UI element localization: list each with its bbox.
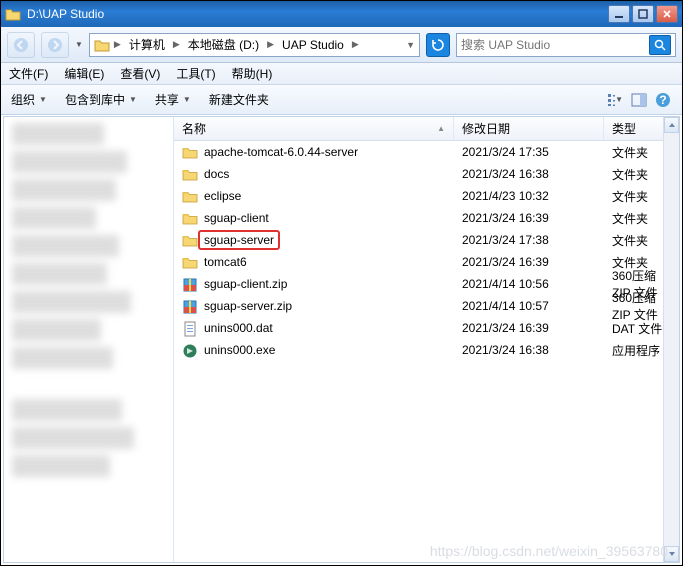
folder-icon — [5, 7, 21, 21]
file-date: 2021/4/14 10:57 — [454, 299, 604, 313]
zip-icon — [182, 277, 198, 291]
folder-icon — [182, 233, 198, 247]
folder-icon — [182, 145, 198, 159]
file-date: 2021/3/24 16:39 — [454, 321, 604, 335]
file-name: unins000.exe — [204, 343, 275, 357]
history-dropdown-icon[interactable]: ▼ — [75, 40, 83, 49]
search-input[interactable] — [461, 38, 649, 52]
breadcrumb-root[interactable]: 计算机 — [125, 34, 169, 55]
chevron-down-icon: ▼ — [183, 95, 191, 104]
menu-file[interactable]: 文件(F) — [9, 65, 48, 82]
preview-pane-button[interactable] — [630, 91, 648, 109]
folder-icon — [182, 189, 198, 203]
file-name: sguap-client — [204, 211, 269, 225]
menu-tools[interactable]: 工具(T) — [176, 65, 215, 82]
address-bar[interactable]: ▶ 计算机 ▶ 本地磁盘 (D:) ▶ UAP Studio ▶ ▼ — [89, 33, 420, 57]
share-button[interactable]: 共享▼ — [155, 91, 191, 108]
vertical-scrollbar[interactable] — [663, 117, 679, 562]
chevron-down-icon: ▼ — [39, 95, 47, 104]
file-row[interactable]: unins000.exe2021/3/24 16:38应用程序 — [174, 339, 679, 361]
close-button[interactable] — [656, 5, 678, 23]
column-headers: 名称▲ 修改日期 类型 — [174, 117, 679, 141]
menu-help[interactable]: 帮助(H) — [232, 65, 273, 82]
file-name: unins000.dat — [204, 321, 273, 335]
navigation-pane[interactable] — [4, 117, 174, 562]
chevron-right-icon[interactable]: ▶ — [267, 39, 274, 50]
menu-view[interactable]: 查看(V) — [120, 65, 160, 82]
title-bar: D:\UAP Studio — [1, 1, 682, 27]
exe-icon — [182, 343, 198, 357]
chevron-right-icon[interactable]: ▶ — [173, 39, 180, 50]
dat-icon — [182, 321, 198, 335]
file-row[interactable]: eclipse2021/4/23 10:32文件夹 — [174, 185, 679, 207]
file-name: sguap-server.zip — [204, 299, 292, 313]
file-date: 2021/4/23 10:32 — [454, 189, 604, 203]
menu-bar: 文件(F) 编辑(E) 查看(V) 工具(T) 帮助(H) — [1, 63, 682, 85]
scroll-up-button[interactable] — [664, 117, 679, 133]
breadcrumb-folder[interactable]: UAP Studio — [278, 36, 348, 54]
view-options-button[interactable]: ▼ — [606, 91, 624, 109]
address-dropdown-icon[interactable]: ▼ — [406, 40, 415, 50]
file-row[interactable]: sguap-server.zip2021/4/14 10:57360压缩 ZIP… — [174, 295, 679, 317]
chevron-right-icon[interactable]: ▶ — [114, 39, 121, 50]
file-date: 2021/3/24 16:39 — [454, 211, 604, 225]
minimize-button[interactable] — [608, 5, 630, 23]
column-name[interactable]: 名称▲ — [174, 117, 454, 140]
file-date: 2021/3/24 17:38 — [454, 233, 604, 247]
folder-icon — [182, 255, 198, 269]
file-list-pane: 名称▲ 修改日期 类型 apache-tomcat-6.0.44-server 2… — [174, 117, 679, 562]
folder-icon — [182, 167, 198, 181]
watermark: https://blog.csdn.net/weixin_39563780 — [430, 543, 668, 559]
file-rows: apache-tomcat-6.0.44-server 2021/3/24 17:… — [174, 141, 679, 562]
folder-icon — [182, 211, 198, 225]
help-button[interactable]: ? — [654, 91, 672, 109]
zip-icon — [182, 299, 198, 313]
chevron-right-icon[interactable]: ▶ — [352, 39, 359, 50]
file-row[interactable]: apache-tomcat-6.0.44-server 2021/3/24 17:… — [174, 141, 679, 163]
search-button[interactable] — [649, 35, 671, 55]
refresh-button[interactable] — [426, 33, 450, 57]
file-name: docs — [204, 167, 229, 181]
organize-button[interactable]: 组织▼ — [11, 91, 47, 108]
file-date: 2021/3/24 16:38 — [454, 167, 604, 181]
maximize-button[interactable] — [632, 5, 654, 23]
file-name: sguap-server — [198, 230, 280, 250]
file-date: 2021/3/24 17:35 — [454, 145, 604, 159]
include-button[interactable]: 包含到库中▼ — [65, 91, 137, 108]
chevron-down-icon: ▼ — [615, 95, 623, 104]
file-name: eclipse — [204, 189, 241, 203]
command-bar: 组织▼ 包含到库中▼ 共享▼ 新建文件夹 ▼ ? — [1, 85, 682, 115]
file-name: sguap-client.zip — [204, 277, 287, 291]
folder-icon — [94, 38, 110, 52]
chevron-down-icon: ▼ — [129, 95, 137, 104]
search-box[interactable] — [456, 33, 676, 57]
content-area: 名称▲ 修改日期 类型 apache-tomcat-6.0.44-server 2… — [3, 116, 680, 563]
file-name: tomcat6 — [204, 255, 247, 269]
back-button[interactable] — [7, 32, 35, 58]
breadcrumb-drive[interactable]: 本地磁盘 (D:) — [184, 34, 263, 55]
file-row[interactable]: docs2021/3/24 16:38文件夹 — [174, 163, 679, 185]
file-row[interactable]: sguap-client2021/3/24 16:39文件夹 — [174, 207, 679, 229]
file-name: apache-tomcat-6.0.44-server — [204, 145, 358, 159]
menu-edit[interactable]: 编辑(E) — [64, 65, 104, 82]
file-row[interactable]: sguap-server2021/3/24 17:38文件夹 — [174, 229, 679, 251]
file-date: 2021/3/24 16:38 — [454, 343, 604, 357]
file-date: 2021/3/24 16:39 — [454, 255, 604, 269]
file-row[interactable]: unins000.dat2021/3/24 16:39DAT 文件 — [174, 317, 679, 339]
svg-text:?: ? — [659, 93, 666, 107]
navigation-bar: ▼ ▶ 计算机 ▶ 本地磁盘 (D:) ▶ UAP Studio ▶ ▼ — [1, 27, 682, 63]
window-buttons — [608, 5, 678, 23]
window-title: D:\UAP Studio — [27, 7, 608, 21]
new-folder-button[interactable]: 新建文件夹 — [209, 91, 269, 108]
forward-button[interactable] — [41, 32, 69, 58]
file-date: 2021/4/14 10:56 — [454, 277, 604, 291]
column-date[interactable]: 修改日期 — [454, 117, 604, 140]
